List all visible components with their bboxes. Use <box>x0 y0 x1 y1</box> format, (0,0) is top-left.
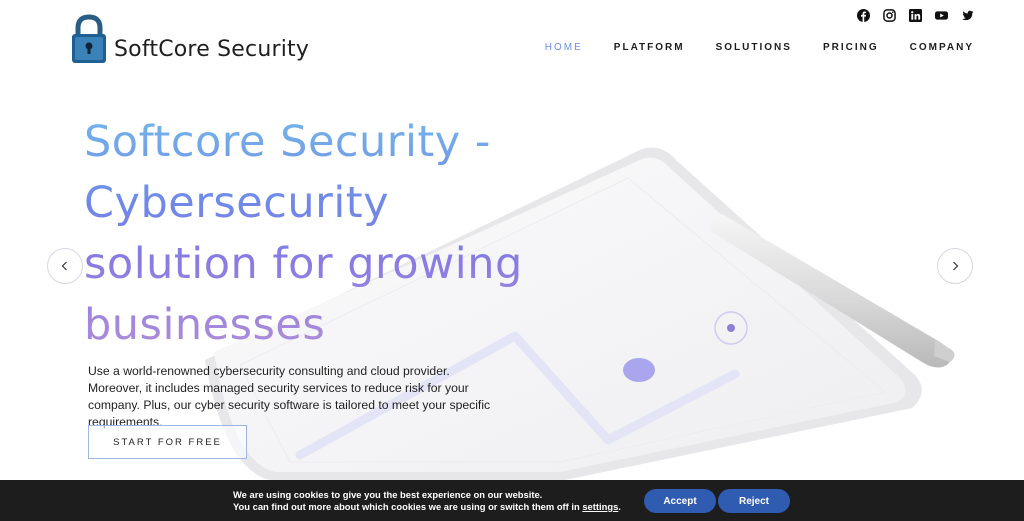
start-for-free-button[interactable]: START FOR FREE <box>88 425 247 459</box>
cookie-reject-button[interactable]: Reject <box>718 489 790 513</box>
cookie-settings-link[interactable]: settings <box>582 501 618 512</box>
padlock-icon <box>72 14 106 63</box>
facebook-icon[interactable] <box>857 9 870 22</box>
cookie-accept-button[interactable]: Accept <box>644 489 716 513</box>
twitter-icon[interactable] <box>961 9 974 22</box>
instagram-icon[interactable] <box>883 9 896 22</box>
hero-title: Softcore Security - Cybersecurity soluti… <box>84 112 604 356</box>
hero-title-line: solution for growing <box>84 239 523 289</box>
brand-logo[interactable]: SoftCore Security <box>70 14 309 64</box>
social-links <box>857 9 974 22</box>
slider-prev-button[interactable] <box>47 248 83 284</box>
nav-solutions[interactable]: SOLUTIONS <box>716 42 792 53</box>
cookie-consent-bar: We are using cookies to give you the bes… <box>0 480 1024 521</box>
brand-name: SoftCore Security <box>114 37 310 62</box>
hero-title-line: businesses <box>84 300 326 350</box>
youtube-icon[interactable] <box>935 9 948 22</box>
nav-home[interactable]: HOME <box>545 42 583 53</box>
slider-next-button[interactable] <box>937 248 973 284</box>
hero-title-line: Cybersecurity <box>84 178 390 228</box>
cookie-message: We are using cookies to give you the bes… <box>233 489 621 513</box>
chevron-left-icon <box>61 261 67 271</box>
main-nav: HOME PLATFORM SOLUTIONS PRICING COMPANY <box>545 42 974 53</box>
cookie-message-prefix: You can find out more about which cookie… <box>233 501 583 512</box>
nav-platform[interactable]: PLATFORM <box>614 42 685 53</box>
cookie-message-line-1: We are using cookies to give you the bes… <box>233 489 543 500</box>
hero-description: Use a world-renowned cybersecurity consu… <box>88 364 491 429</box>
nav-company[interactable]: COMPANY <box>910 42 974 53</box>
cookie-message-suffix: . <box>618 501 621 512</box>
linkedin-icon[interactable] <box>909 9 922 22</box>
hero-title-line: Softcore Security - <box>84 117 491 167</box>
cookie-message-line-2: You can find out more about which cookie… <box>233 501 621 513</box>
nav-pricing[interactable]: PRICING <box>823 42 879 53</box>
chevron-right-icon <box>953 261 959 271</box>
